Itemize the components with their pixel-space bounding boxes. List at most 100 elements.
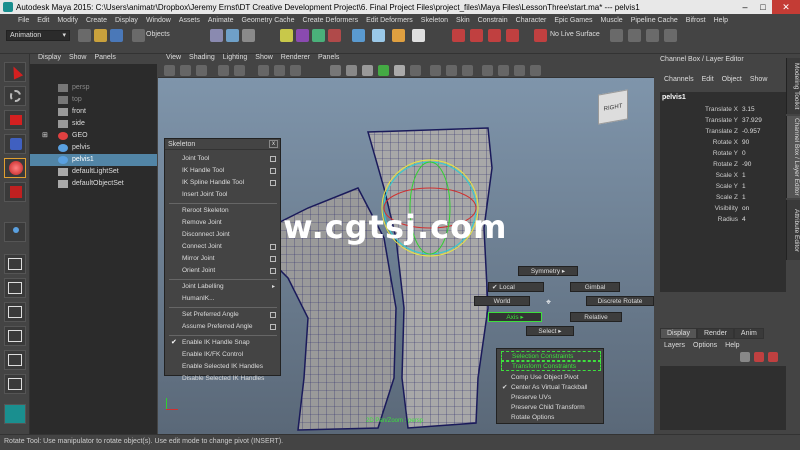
marking-menu-local[interactable]: ✔ Local [488, 282, 544, 292]
ipr-render-icon[interactable] [392, 29, 405, 42]
channel-value[interactable]: 3.15 [742, 104, 755, 115]
skeleton-item-remove-joint[interactable]: Remove Joint [169, 217, 279, 229]
channel-menu-show[interactable]: Show [746, 76, 772, 88]
maximize-button[interactable]: □ [754, 0, 772, 14]
skeleton-item-enable-selected-ik-handles[interactable]: Enable Selected IK Handles [169, 361, 279, 373]
layout-two-icon[interactable] [4, 302, 26, 322]
channel-row[interactable]: Translate Z -0.957 [660, 126, 786, 137]
menu-bifrost[interactable]: Bifrost [682, 17, 710, 24]
channel-value[interactable]: -90 [742, 159, 751, 170]
select-by-object-icon[interactable] [132, 29, 145, 42]
wireframe-icon[interactable] [330, 65, 341, 76]
viewport-menu-view[interactable]: View [162, 54, 185, 64]
channel-row[interactable]: Rotate Z -90 [660, 159, 786, 170]
marking-menu-world[interactable]: World [474, 296, 530, 306]
close-button[interactable]: ✕ [772, 0, 800, 14]
textured-icon[interactable] [378, 65, 389, 76]
skeleton-item-reroot-skeleton[interactable]: Reroot Skeleton [169, 205, 279, 217]
option-box-icon[interactable] [270, 268, 276, 274]
layer-menu-help[interactable]: Help [721, 342, 743, 349]
camera-attr-icon[interactable] [180, 65, 191, 76]
marking-menu-discrete-rotate[interactable]: Discrete Rotate [586, 296, 654, 306]
skeleton-item-enable-ik-fk-control[interactable]: Enable IK/FK Control [169, 349, 279, 361]
outliner-item-defaultlightset[interactable]: defaultLightSet [30, 166, 157, 178]
close-icon[interactable]: x [269, 140, 278, 148]
select-hierarchy-icon[interactable] [210, 29, 223, 42]
menu-assets[interactable]: Assets [175, 17, 204, 24]
channel-value[interactable]: 1 [742, 170, 746, 181]
outliner-menu-panels[interactable]: Panels [90, 54, 119, 64]
select-object-icon[interactable] [226, 29, 239, 42]
menu-skeleton[interactable]: Skeleton [417, 17, 452, 24]
option-box-icon[interactable] [270, 244, 276, 250]
tab-modeling-toolkit[interactable]: Modeling Toolkit [786, 58, 800, 114]
viewport-menu-shading[interactable]: Shading [185, 54, 219, 64]
smooth-shade-icon[interactable] [346, 65, 357, 76]
menu-edit-deformers[interactable]: Edit Deformers [362, 17, 417, 24]
lights-icon[interactable] [394, 65, 405, 76]
tab-channel-box-layer-editor[interactable]: Channel Box / Layer Editor [786, 116, 800, 198]
marking-menu-relative[interactable]: Relative [570, 312, 622, 322]
skeleton-item-ik-spline-handle-tool[interactable]: IK Spline Handle Tool [169, 177, 279, 189]
shadows-icon[interactable] [410, 65, 421, 76]
viewport-menu-renderer[interactable]: Renderer [277, 54, 314, 64]
menu-epic-games[interactable]: Epic Games [550, 17, 596, 24]
channel-value[interactable]: 1 [742, 192, 746, 203]
option-box-icon[interactable] [270, 168, 276, 174]
skeleton-item-joint-labelling[interactable]: Joint Labelling ▸ [169, 281, 279, 293]
move-tool-icon[interactable] [4, 134, 26, 154]
tab-render[interactable]: Render [696, 328, 734, 339]
channel-value[interactable]: 37.929 [742, 115, 762, 126]
xray-components-icon[interactable] [530, 65, 541, 76]
motion-blur-icon[interactable] [446, 65, 457, 76]
anti-alias-icon[interactable] [462, 65, 473, 76]
select-tool-icon[interactable] [4, 62, 26, 82]
channel-value[interactable]: 90 [742, 137, 749, 148]
snap-point-icon[interactable] [312, 29, 325, 42]
skeleton-item-enable-ik-handle-snap[interactable]: ✔ Enable IK Handle Snap [169, 337, 279, 349]
menu-animate[interactable]: Animate [204, 17, 238, 24]
channel-row[interactable]: Translate Y 37.929 [660, 115, 786, 126]
skeleton-item-joint-tool[interactable]: Joint Tool [169, 153, 279, 165]
rotate-tool-icon[interactable] [4, 158, 26, 178]
marking-menu-select[interactable]: Select ▸ [526, 326, 574, 336]
outliner-item-defaultobjectset[interactable]: defaultObjectSet [30, 178, 157, 190]
channel-row[interactable]: Visibility on [660, 203, 786, 214]
outliner-item-pelvis1[interactable]: pelvis1 [30, 154, 157, 166]
outliner-item-persp[interactable]: persp [30, 82, 157, 94]
layout-four-icon[interactable] [4, 278, 26, 298]
outliner-item-side[interactable]: side [30, 118, 157, 130]
channel-value[interactable]: -0.957 [742, 126, 760, 137]
channel-value[interactable]: 1 [742, 181, 746, 192]
menu-muscle[interactable]: Muscle [597, 17, 627, 24]
center-as-virtual-trackball-item[interactable]: ✔ Center As Virtual Trackball [501, 383, 601, 393]
snap-grid-icon[interactable] [280, 29, 293, 42]
channel-row[interactable]: Scale X 1 [660, 170, 786, 181]
menu-window[interactable]: Window [142, 17, 175, 24]
lasso-tool-icon[interactable] [4, 86, 26, 106]
layout-single-icon[interactable] [4, 254, 26, 274]
outliner-item-top[interactable]: top [30, 94, 157, 106]
viewport-menu-show[interactable]: Show [251, 54, 277, 64]
new-layer-selected-icon[interactable] [768, 352, 778, 362]
bookmark-icon[interactable] [196, 65, 207, 76]
live-surface-icon[interactable] [534, 29, 547, 42]
outliner-item-geo[interactable]: ⊞ GEO [30, 130, 157, 142]
skeleton-item-insert-joint-tool[interactable]: Insert Joint Tool [169, 189, 279, 201]
open-scene-icon[interactable] [94, 29, 107, 42]
render-frame-icon[interactable] [372, 29, 385, 42]
menu-constrain[interactable]: Constrain [474, 17, 512, 24]
new-layer-icon[interactable] [754, 352, 764, 362]
channel-value[interactable]: 4 [742, 214, 746, 225]
layout-hypershade-icon[interactable] [4, 374, 26, 394]
comp-use-object-pivot-item[interactable]: Comp Use Object Pivot [501, 373, 601, 383]
marking-menu-symmetry[interactable]: Symmetry ▸ [518, 266, 578, 276]
menu-pipeline-cache[interactable]: Pipeline Cache [627, 17, 682, 24]
channel-row[interactable]: Radius 4 [660, 214, 786, 225]
option-box-icon[interactable] [270, 324, 276, 330]
option-box-icon[interactable] [270, 312, 276, 318]
magnet-4-icon[interactable] [506, 29, 519, 42]
magnet-2-icon[interactable] [470, 29, 483, 42]
menu-edit[interactable]: Edit [33, 17, 53, 24]
tab-attribute-editor[interactable]: Attribute Editor [786, 200, 800, 260]
